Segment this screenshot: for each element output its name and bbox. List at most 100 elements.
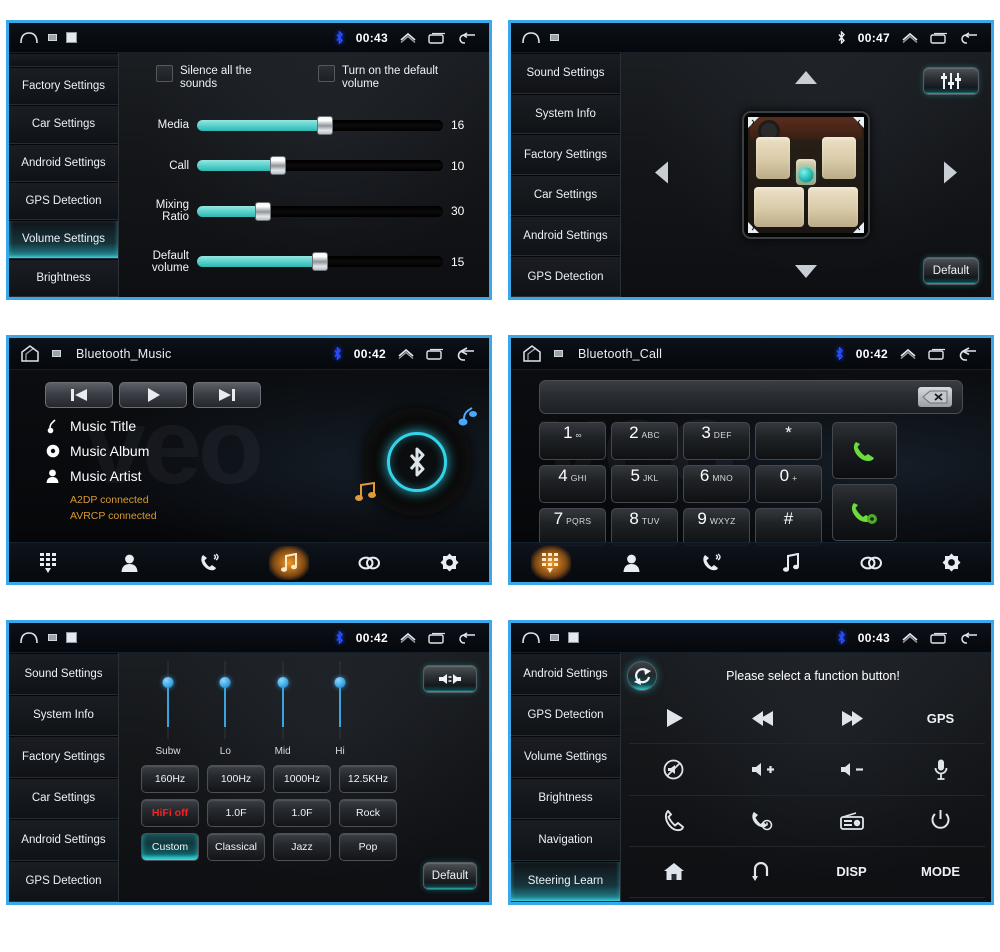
recent-apps-icon[interactable]: [428, 632, 446, 644]
chevron-up-icon[interactable]: [400, 32, 416, 43]
key-0[interactable]: 0 +: [755, 465, 822, 503]
eq-freq-lo[interactable]: 100Hz: [207, 765, 265, 793]
nav-contacts-icon[interactable]: [109, 546, 149, 580]
eq-band-hi[interactable]: Hi: [317, 661, 363, 757]
function-volume-down[interactable]: [807, 744, 896, 796]
fader-up-arrow[interactable]: [795, 71, 817, 89]
nav-keypad-icon[interactable]: [531, 545, 571, 580]
sidebar-item-system-info[interactable]: System Info: [9, 694, 118, 736]
eq-band-lo[interactable]: Lo: [202, 661, 248, 757]
recent-apps-icon[interactable]: [426, 348, 444, 360]
checkbox-silence-all[interactable]: Silence all the sounds: [156, 65, 290, 91]
slider-track[interactable]: [197, 115, 443, 135]
function-radio[interactable]: [807, 796, 896, 847]
function-mode[interactable]: MODE: [896, 847, 985, 898]
sidebar-item-brightness[interactable]: Brightness: [511, 777, 620, 819]
sidebar-item-factory-settings[interactable]: Factory Settings: [9, 736, 118, 778]
eq-gain-mid[interactable]: 1.0F: [273, 799, 331, 827]
slider-track[interactable]: [197, 201, 443, 221]
home-icon[interactable]: [19, 345, 43, 362]
backspace-icon[interactable]: [918, 387, 952, 407]
sidebar-item-sound-settings[interactable]: Sound Settings: [9, 653, 118, 695]
eq-preset-jazz[interactable]: Jazz: [273, 833, 331, 861]
sidebar-item-gps-detection[interactable]: GPS Detection: [9, 860, 118, 902]
function-volume-up[interactable]: [718, 744, 807, 796]
back-icon[interactable]: [960, 31, 978, 44]
key-7[interactable]: 7 PQRS: [539, 508, 606, 546]
home-icon[interactable]: [521, 345, 545, 362]
dial-button[interactable]: [832, 422, 897, 479]
fader-left-arrow[interactable]: [655, 161, 668, 189]
nav-keypad-icon[interactable]: [29, 546, 69, 580]
function-mic[interactable]: [896, 744, 985, 796]
sidebar-item-android-settings[interactable]: Android Settings: [511, 653, 620, 695]
function-gps[interactable]: GPS: [896, 693, 985, 745]
sidebar-item-android-settings[interactable]: Android Settings: [511, 215, 620, 257]
chevron-up-icon[interactable]: [398, 348, 414, 359]
next-track-button[interactable]: [193, 382, 261, 408]
function-power[interactable]: [896, 796, 985, 847]
back-icon[interactable]: [458, 631, 476, 644]
key-9[interactable]: 9 WXYZ: [683, 508, 750, 546]
app-square-icon[interactable]: [568, 632, 579, 643]
checkbox-box[interactable]: [318, 65, 335, 82]
eq-gain-lo[interactable]: 1.0F: [207, 799, 265, 827]
sidebar-item-brightness[interactable]: Brightness: [9, 258, 118, 297]
recent-apps-icon[interactable]: [428, 32, 446, 44]
app-square-icon[interactable]: [66, 32, 77, 43]
default-button[interactable]: Default: [423, 862, 477, 890]
function-disp[interactable]: DISP: [807, 847, 896, 898]
back-icon[interactable]: [960, 631, 978, 644]
fader-right-arrow[interactable]: [944, 161, 957, 189]
sidebar-item-gps-detection[interactable]: GPS Detection: [511, 256, 620, 297]
function-previous-track[interactable]: [718, 693, 807, 745]
function-phone-hangup[interactable]: [718, 796, 807, 847]
key-6[interactable]: 6 MNO: [683, 465, 750, 503]
chevron-up-icon[interactable]: [902, 32, 918, 43]
sidebar-item-system-info[interactable]: System Info: [511, 93, 620, 135]
sidebar-item-factory-settings[interactable]: Factory Settings: [511, 134, 620, 176]
screenshot-icon[interactable]: [550, 633, 559, 642]
home-icon[interactable]: [521, 631, 541, 644]
checkbox-box[interactable]: [156, 65, 173, 82]
recent-apps-icon[interactable]: [930, 632, 948, 644]
key-5[interactable]: 5 JKL: [611, 465, 678, 503]
eq-freq-subw[interactable]: 160Hz: [141, 765, 199, 793]
nav-call-history-icon[interactable]: [189, 546, 229, 580]
key-star[interactable]: *: [755, 422, 822, 460]
eq-preset-custom[interactable]: Custom: [141, 833, 199, 861]
key-3[interactable]: 3 DEF: [683, 422, 750, 460]
eq-hifi-toggle[interactable]: HiFi off: [141, 799, 199, 827]
function-phone-answer[interactable]: [629, 796, 718, 847]
nav-settings-icon[interactable]: [429, 546, 469, 580]
play-button[interactable]: [119, 382, 187, 408]
eq-preset-classical[interactable]: Classical: [207, 833, 265, 861]
refresh-icon[interactable]: [627, 661, 657, 691]
recent-apps-icon[interactable]: [930, 32, 948, 44]
sidebar-item-android-settings[interactable]: Android Settings: [9, 819, 118, 861]
key-4[interactable]: 4 GHI: [539, 465, 606, 503]
screenshot-icon[interactable]: [48, 33, 57, 42]
chevron-up-icon[interactable]: [900, 348, 916, 359]
key-1[interactable]: 1 ∞: [539, 422, 606, 460]
eq-freq-hi[interactable]: 12.5KHz: [339, 765, 397, 793]
eq-freq-mid[interactable]: 1000Hz: [273, 765, 331, 793]
eq-band-subw[interactable]: Subw: [145, 661, 191, 757]
previous-track-button[interactable]: [45, 382, 113, 408]
home-icon[interactable]: [521, 31, 541, 44]
screenshot-icon[interactable]: [52, 349, 61, 358]
chevron-up-icon[interactable]: [902, 632, 918, 643]
screenshot-icon[interactable]: [554, 349, 563, 358]
back-icon[interactable]: [456, 346, 476, 361]
eq-band-mid[interactable]: Mid: [260, 661, 306, 757]
sidebar-item-volume-settings[interactable]: Volume Settings: [9, 220, 118, 259]
key-2[interactable]: 2 ABC: [611, 422, 678, 460]
default-button[interactable]: Default: [923, 257, 979, 285]
hangup-button[interactable]: [832, 484, 897, 541]
fader-position-dot[interactable]: [798, 167, 814, 183]
balance-button[interactable]: [423, 665, 477, 693]
back-icon[interactable]: [458, 31, 476, 44]
nav-music-icon[interactable]: [269, 545, 309, 580]
sidebar-item-android-settings[interactable]: Android Settings: [9, 143, 118, 182]
recent-apps-icon[interactable]: [928, 348, 946, 360]
